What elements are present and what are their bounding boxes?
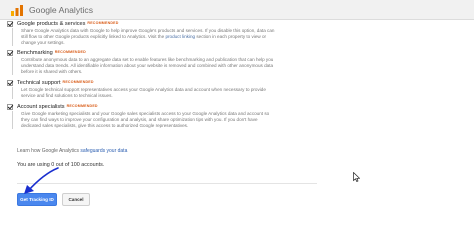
- cancel-button[interactable]: Cancel: [62, 193, 90, 206]
- benchmarking-checkbox[interactable]: [7, 50, 13, 56]
- learn-more-prefix: Learn how Google Analytics: [17, 148, 79, 154]
- technical-support-checkbox[interactable]: [7, 80, 13, 86]
- setting-description: Give Google marketing specialists and yo…: [12, 111, 337, 129]
- description-line: change your settings.: [21, 40, 65, 45]
- setting-description: Let Google technical support representat…: [12, 87, 337, 99]
- setting-title: Account specialists: [17, 104, 65, 110]
- recommended-badge: RECOMMENDED: [54, 50, 86, 54]
- learn-more-text: Learn how Google Analytics safeguards yo…: [17, 148, 127, 154]
- mouse-cursor-icon: [353, 172, 360, 182]
- setting-benchmarking: Benchmarking RECOMMENDED Contribute anony…: [7, 49, 337, 79]
- google-products-checkbox[interactable]: [7, 21, 13, 27]
- setting-title: Google products & services: [17, 21, 86, 27]
- safeguards-link[interactable]: safeguards your data: [80, 148, 127, 154]
- description-line: before it is shared with others.: [21, 69, 83, 74]
- product-linking-link[interactable]: product linking: [165, 34, 195, 39]
- setting-title: Technical support: [17, 80, 61, 86]
- top-bar: Google Analytics: [0, 0, 474, 20]
- description-line: service and find solutions to technical …: [21, 93, 113, 98]
- account-specialists-checkbox[interactable]: [7, 104, 13, 110]
- description-line: dedicated sales specialists, give this a…: [21, 123, 189, 128]
- recommended-badge: RECOMMENDED: [62, 80, 94, 84]
- divider: [17, 183, 317, 184]
- setting-google-products: Google products & services RECOMMENDED Sh…: [7, 20, 337, 49]
- recommended-badge: RECOMMENDED: [66, 104, 98, 108]
- setting-description: Share Google Analytics data with Google …: [12, 28, 337, 46]
- app-title: Google Analytics: [29, 5, 94, 15]
- recommended-badge: RECOMMENDED: [87, 21, 119, 25]
- setting-title: Benchmarking: [17, 50, 53, 56]
- setting-technical-support: Technical support RECOMMENDED Let Google …: [7, 79, 337, 103]
- setting-description: Contribute anonymous data to an aggregat…: [12, 57, 337, 75]
- analytics-logo-icon: [11, 5, 23, 16]
- annotation-arrow-icon: [24, 167, 59, 194]
- data-sharing-settings: Google products & services RECOMMENDED Sh…: [7, 20, 337, 133]
- setting-account-specialists: Account specialists RECOMMENDED Give Goog…: [7, 103, 337, 133]
